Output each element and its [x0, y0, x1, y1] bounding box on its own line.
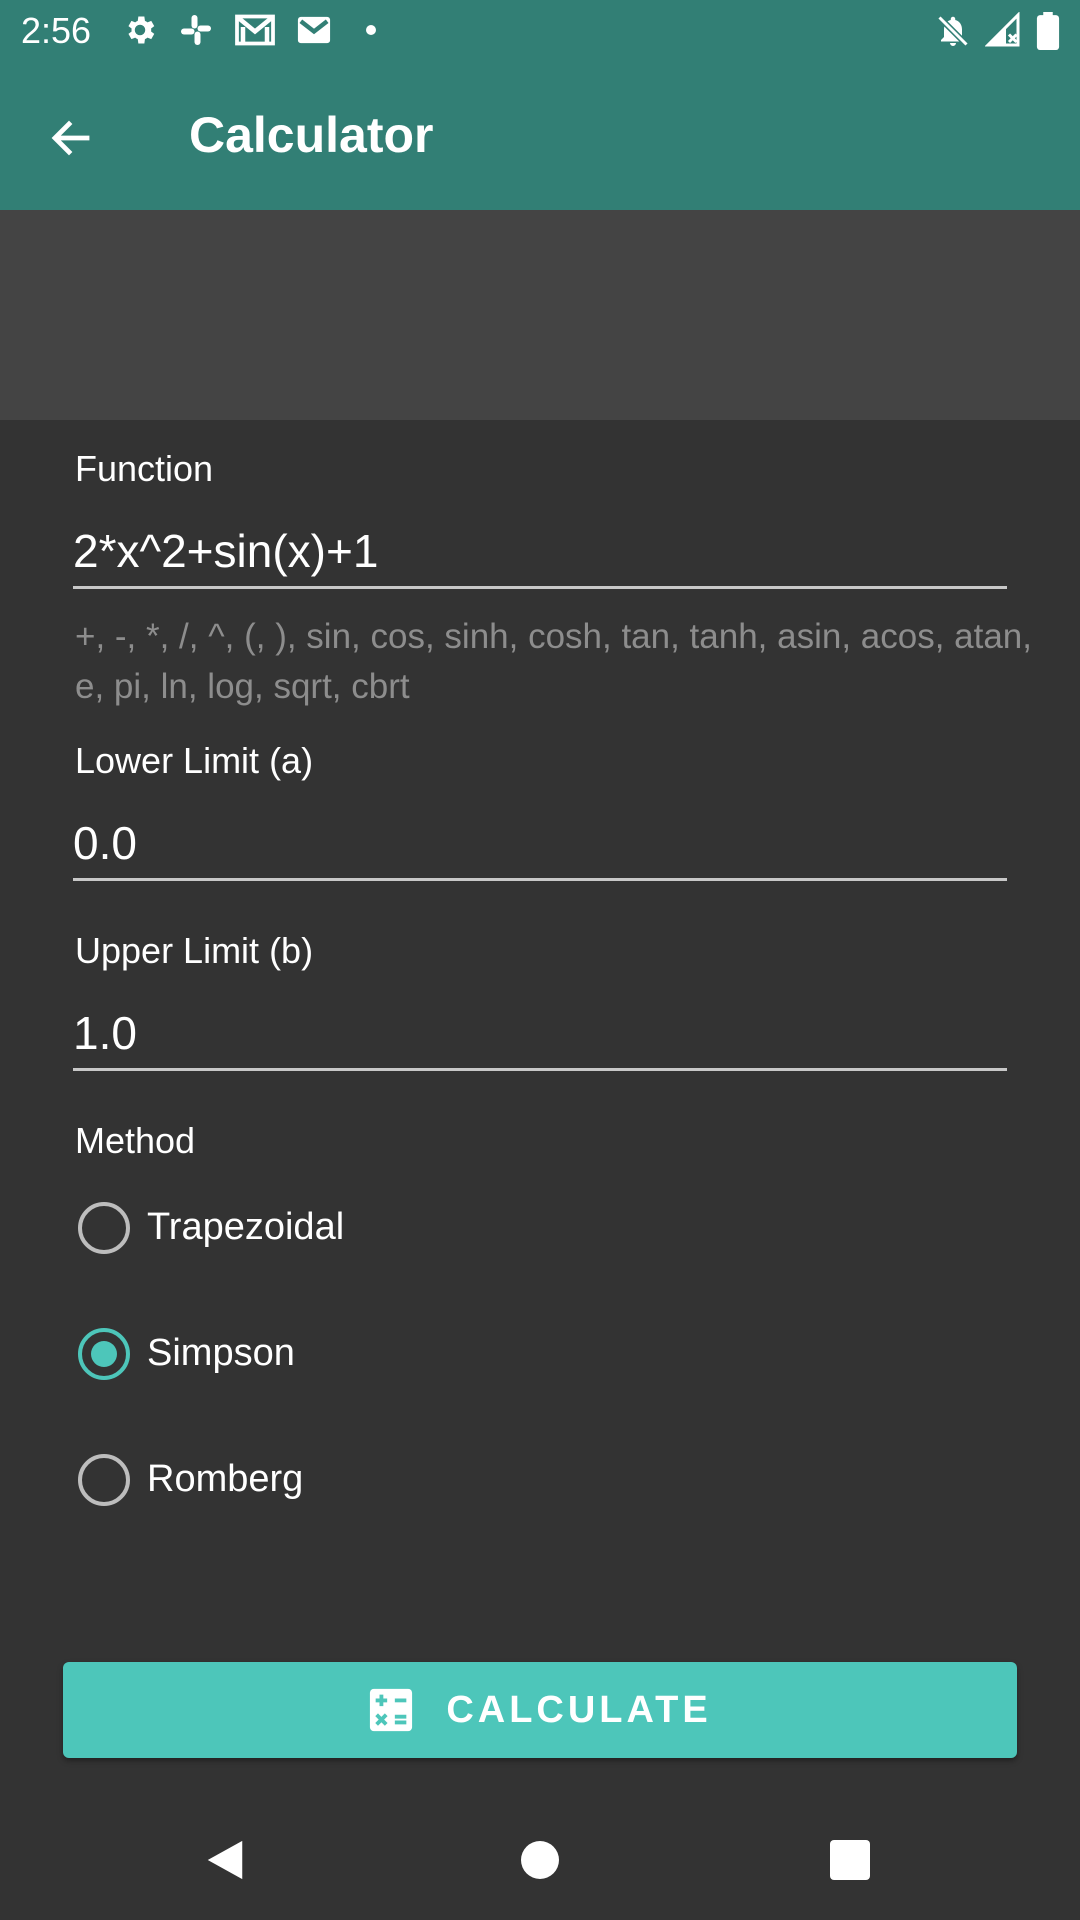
status-time: 2:56 — [21, 10, 92, 51]
status-bar: 2:56 — [0, 0, 1080, 63]
slack-icon — [181, 15, 211, 45]
back-triangle-icon — [207, 1840, 243, 1880]
settings-icon — [128, 16, 155, 44]
function-hint: +, -, *, /, ^, (, ), sin, cos, sinh, cos… — [75, 617, 1032, 706]
lower-limit-input[interactable]: 0.0 — [73, 816, 137, 870]
upper-limit-label: Upper Limit (b) — [75, 930, 314, 971]
radio-simpson[interactable] — [78, 1328, 130, 1380]
upper-limit-input[interactable]: 1.0 — [73, 1006, 137, 1060]
calculate-button-label: CALCULATE — [446, 1688, 712, 1731]
page-title: Calculator — [189, 107, 434, 163]
dot-icon — [366, 25, 376, 35]
function-input[interactable]: 2*x^2+sin(x)+1 — [73, 524, 378, 578]
system-nav-bar — [0, 1800, 1080, 1920]
nav-recents-button[interactable] — [820, 1830, 880, 1890]
method-label: Method — [75, 1120, 196, 1161]
nav-home-button[interactable] — [510, 1830, 570, 1890]
radio-romberg[interactable] — [78, 1454, 130, 1506]
nav-back-button[interactable] — [195, 1830, 255, 1890]
calculator-icon — [370, 1688, 413, 1732]
function-label: Function — [75, 448, 214, 489]
lower-limit-underline — [73, 878, 1007, 881]
ad-banner — [0, 210, 1080, 420]
upper-limit-underline — [73, 1068, 1007, 1071]
radio-simpson-label[interactable]: Simpson — [147, 1332, 295, 1375]
calculate-button[interactable]: CALCULATE — [63, 1662, 1017, 1758]
home-circle-icon — [521, 1841, 559, 1879]
notifications-off-icon — [937, 15, 969, 47]
radio-trapezoidal-label[interactable]: Trapezoidal — [147, 1206, 344, 1249]
app-bar: Calculator — [0, 63, 1080, 210]
lower-limit-label: Lower Limit (a) — [75, 740, 314, 781]
radio-romberg-label[interactable]: Romberg — [147, 1458, 303, 1501]
gmail-icon — [235, 14, 275, 46]
battery-icon — [1036, 12, 1060, 50]
radio-trapezoidal[interactable] — [78, 1202, 130, 1254]
gmail-icon — [297, 16, 331, 44]
back-button[interactable] — [40, 107, 102, 169]
recents-square-icon — [830, 1840, 870, 1880]
signal-icon — [985, 12, 1020, 47]
arrow-back-icon — [51, 120, 90, 156]
function-input-underline — [73, 586, 1007, 589]
